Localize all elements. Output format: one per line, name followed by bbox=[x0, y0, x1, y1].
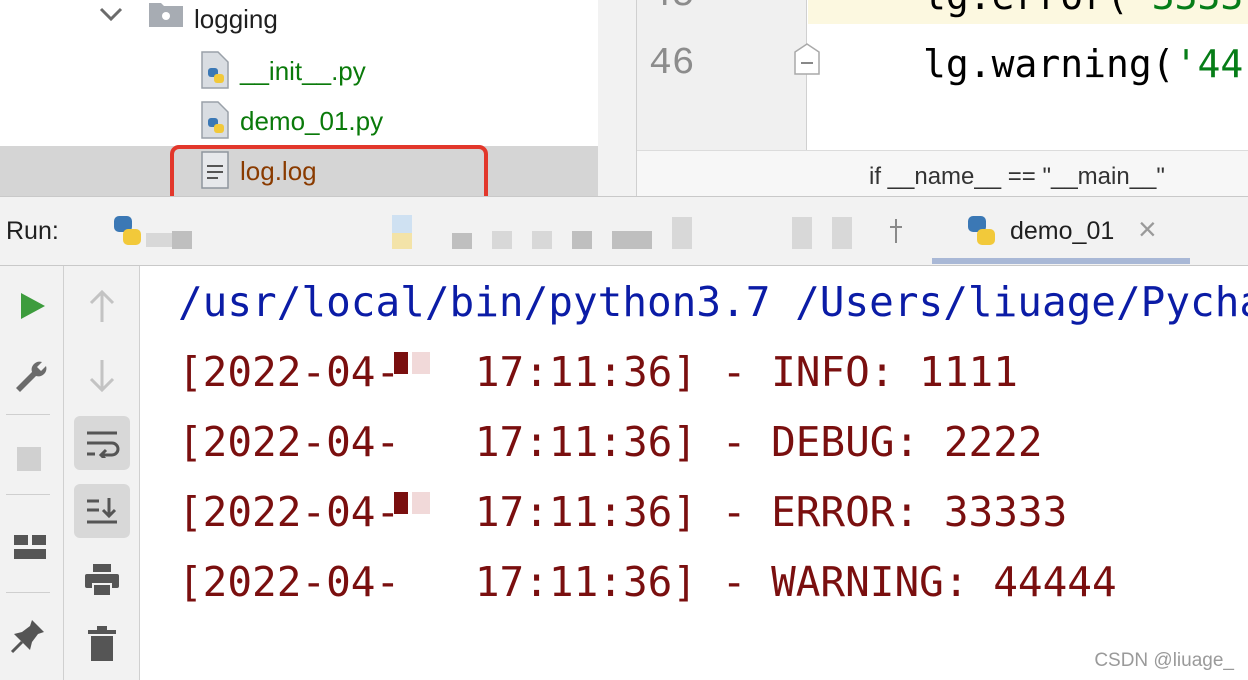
active-tab-indicator bbox=[932, 258, 1190, 264]
stop-icon[interactable] bbox=[14, 444, 44, 474]
wrench-icon[interactable] bbox=[10, 354, 50, 394]
arrow-up-icon[interactable] bbox=[84, 286, 120, 326]
redacted-area bbox=[792, 217, 812, 249]
close-icon[interactable]: × bbox=[1138, 211, 1157, 248]
code-string: '3333 bbox=[1129, 0, 1243, 18]
redacted-area bbox=[492, 231, 512, 249]
layout-icon[interactable] bbox=[10, 530, 50, 564]
redacted-area bbox=[412, 492, 430, 514]
tree-scroll-area bbox=[598, 0, 636, 196]
console-log-line: [2022-04- 17:11:36] - WARNING: 44444 bbox=[178, 558, 1117, 606]
arrow-down-icon[interactable] bbox=[84, 356, 120, 396]
print-icon[interactable] bbox=[82, 560, 122, 600]
tab-demo-01[interactable]: demo_01 × bbox=[932, 197, 1190, 265]
run-icon[interactable] bbox=[14, 288, 50, 324]
folder-icon bbox=[149, 3, 183, 27]
tree-row-demo[interactable]: demo_01.py bbox=[0, 96, 598, 146]
separator bbox=[6, 494, 50, 495]
folder-label: logging bbox=[194, 4, 278, 34]
project-tree: logging __init__.py demo_01.py log.log bbox=[0, 0, 598, 205]
tree-row-logging[interactable]: logging bbox=[0, 0, 598, 46]
breadcrumb-bar: if __name__ == "__main__" bbox=[637, 150, 1248, 196]
run-tool-strip bbox=[0, 266, 64, 680]
console-log-line: [2022-04- 17:11:36] - INFO: 1111 bbox=[178, 348, 1018, 396]
pin-tab-icon[interactable] bbox=[886, 217, 906, 247]
log-rest: 17:11:36] - ERROR: 33333 bbox=[450, 488, 1068, 536]
python-file-icon bbox=[201, 101, 229, 139]
console-log-line: [2022-04- 17:11:36] - ERROR: 33333 bbox=[178, 488, 1067, 536]
pin-icon[interactable] bbox=[8, 616, 48, 656]
tree-row-init[interactable]: __init__.py bbox=[0, 46, 598, 96]
code-editor[interactable]: 45 46 lg.error('3333 lg.warning('44 if _… bbox=[636, 0, 1248, 196]
log-prefix: [2022-04- bbox=[178, 558, 401, 606]
console-output[interactable]: /usr/local/bin/python3.7 /Users/liuage/P… bbox=[140, 266, 1248, 680]
run-label: Run: bbox=[6, 217, 59, 245]
redacted-area bbox=[532, 231, 552, 249]
code-line-46[interactable]: lg.warning('44 bbox=[923, 42, 1243, 86]
log-rest: 17:11:36] - INFO: 1111 bbox=[450, 348, 1018, 396]
python-icon bbox=[968, 216, 995, 245]
redacted-area bbox=[412, 352, 430, 374]
console-command: /usr/local/bin/python3.7 /Users/liuage/P… bbox=[178, 278, 1248, 326]
run-toolbar: Run: demo_01 × bbox=[0, 196, 1248, 266]
redacted-area bbox=[612, 231, 652, 249]
tab-label: demo_01 bbox=[1010, 217, 1115, 245]
python-icon bbox=[114, 216, 141, 245]
code-text: lg.error( bbox=[923, 0, 1129, 18]
line-number: 46 bbox=[649, 42, 695, 85]
redacted-area bbox=[172, 231, 192, 249]
code-text: lg.warning( bbox=[923, 42, 1175, 86]
console-tool-strip bbox=[64, 266, 140, 680]
log-rest: 17:11:36] - WARNING: 44444 bbox=[450, 558, 1117, 606]
scroll-to-end-icon[interactable] bbox=[74, 484, 130, 538]
log-prefix: [2022-04- bbox=[178, 418, 401, 466]
chevron-down-icon[interactable] bbox=[96, 0, 126, 30]
redacted-area bbox=[672, 217, 692, 249]
log-rest: 17:11:36] - DEBUG: 2222 bbox=[450, 418, 1043, 466]
log-prefix: [2022-04- bbox=[178, 488, 401, 536]
redacted-area bbox=[146, 233, 172, 247]
code-string: '44 bbox=[1174, 42, 1244, 86]
editor-gutter: 45 46 bbox=[637, 0, 807, 150]
breadcrumb[interactable]: if __name__ == "__main__" bbox=[869, 163, 1165, 191]
trash-icon[interactable] bbox=[82, 624, 122, 664]
fold-icon[interactable] bbox=[793, 42, 821, 76]
code-line-45[interactable]: lg.error('3333 bbox=[923, 0, 1243, 18]
watermark: CSDN @liuage_ bbox=[1094, 650, 1234, 671]
python-file-icon bbox=[201, 51, 229, 89]
redacted-area bbox=[394, 352, 408, 374]
separator bbox=[6, 592, 50, 593]
redacted-area bbox=[452, 233, 472, 249]
file-label: demo_01.py bbox=[240, 106, 384, 136]
separator bbox=[6, 414, 50, 415]
redacted-area bbox=[394, 492, 408, 514]
redacted-area bbox=[572, 231, 592, 249]
redacted-area bbox=[392, 233, 412, 249]
log-prefix: [2022-04- bbox=[178, 348, 401, 396]
line-number: 45 bbox=[649, 0, 695, 17]
soft-wrap-icon[interactable] bbox=[74, 416, 130, 470]
console-log-line: [2022-04- 17:11:36] - DEBUG: 2222 bbox=[178, 418, 1043, 466]
redacted-area bbox=[832, 217, 852, 249]
file-label: __init__.py bbox=[240, 56, 366, 86]
